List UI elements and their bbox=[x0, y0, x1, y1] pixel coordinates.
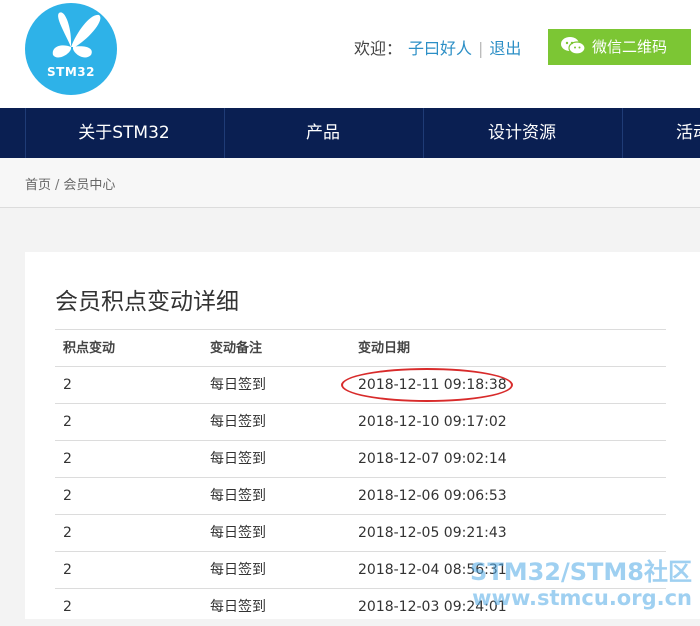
cell-points: 2 bbox=[63, 414, 72, 430]
cell-points: 2 bbox=[63, 488, 72, 504]
nav-item-products[interactable]: 产品 bbox=[224, 108, 422, 158]
table-row: 2 每日签到 2018-12-10 09:17:02 bbox=[55, 403, 666, 440]
breadcrumb-home-link[interactable]: 首页 bbox=[25, 178, 51, 193]
welcome-label: 欢迎： bbox=[354, 39, 403, 58]
main-nav: 关于STM32 产品 设计资源 活动 bbox=[0, 108, 700, 158]
table-row: 2 每日签到 2018-12-05 09:21:43 bbox=[55, 514, 666, 551]
logo-text: STM32 bbox=[47, 65, 95, 79]
breadcrumb-separator: / bbox=[55, 178, 60, 193]
watermark-line2: www.stmcu.org.cn bbox=[472, 586, 692, 610]
wechat-qrcode-button[interactable]: 微信二维码 bbox=[548, 29, 691, 65]
wechat-label: 微信二维码 bbox=[592, 38, 668, 56]
watermark-line1: STM32/STM8社区 bbox=[470, 558, 692, 586]
nav-item-about[interactable]: 关于STM32 bbox=[25, 108, 223, 158]
cell-points: 2 bbox=[63, 525, 72, 541]
page-title: 会员积点变动详细 bbox=[55, 289, 239, 315]
site-header: STM32 欢迎： 子曰好人 | 退出 微信二维码 bbox=[0, 0, 700, 108]
cell-note: 每日签到 bbox=[210, 525, 266, 541]
table-row: 2 每日签到 2018-12-07 09:02:14 bbox=[55, 440, 666, 477]
breadcrumb: 首页 / 会员中心 bbox=[25, 174, 115, 193]
cell-points: 2 bbox=[63, 562, 72, 578]
wechat-icon bbox=[561, 37, 586, 55]
column-header-points: 积点变动 bbox=[63, 341, 116, 356]
cell-points: 2 bbox=[63, 599, 72, 615]
cell-note: 每日签到 bbox=[210, 599, 266, 615]
watermark: STM32/STM8社区 www.stmcu.org.cn bbox=[470, 558, 692, 610]
stm32-logo[interactable]: STM32 bbox=[25, 3, 117, 95]
cell-note: 每日签到 bbox=[210, 414, 266, 430]
cell-note: 每日签到 bbox=[210, 488, 266, 504]
table-header-row: 积点变动 变动备注 变动日期 bbox=[55, 329, 666, 366]
cell-date: 2018-12-05 09:21:43 bbox=[358, 525, 507, 541]
username-link[interactable]: 子曰好人 bbox=[408, 39, 472, 58]
cell-note: 每日签到 bbox=[210, 377, 266, 393]
cell-points: 2 bbox=[63, 451, 72, 467]
breadcrumb-current[interactable]: 会员中心 bbox=[63, 178, 115, 193]
butterfly-icon bbox=[52, 12, 101, 58]
column-header-note: 变动备注 bbox=[210, 341, 263, 356]
breadcrumb-bar: 首页 / 会员中心 bbox=[0, 158, 700, 208]
column-header-date: 变动日期 bbox=[358, 341, 411, 356]
table-row: 2 每日签到 2018-12-11 09:18:38 bbox=[55, 366, 666, 403]
cell-date: 2018-12-10 09:17:02 bbox=[358, 414, 507, 430]
nav-item-design-resources[interactable]: 设计资源 bbox=[423, 108, 621, 158]
cell-date: 2018-12-06 09:06:53 bbox=[358, 488, 507, 504]
cell-date: 2018-12-11 09:18:38 bbox=[358, 377, 507, 393]
table-row: 2 每日签到 2018-12-06 09:06:53 bbox=[55, 477, 666, 514]
nav-item-events[interactable]: 活动 bbox=[622, 108, 700, 158]
cell-note: 每日签到 bbox=[210, 451, 266, 467]
user-area: 欢迎： 子曰好人 | 退出 bbox=[354, 38, 521, 60]
logout-link[interactable]: 退出 bbox=[489, 39, 521, 58]
cell-note: 每日签到 bbox=[210, 562, 266, 578]
cell-date: 2018-12-07 09:02:14 bbox=[358, 451, 507, 467]
user-separator: | bbox=[478, 39, 484, 58]
cell-points: 2 bbox=[63, 377, 72, 393]
